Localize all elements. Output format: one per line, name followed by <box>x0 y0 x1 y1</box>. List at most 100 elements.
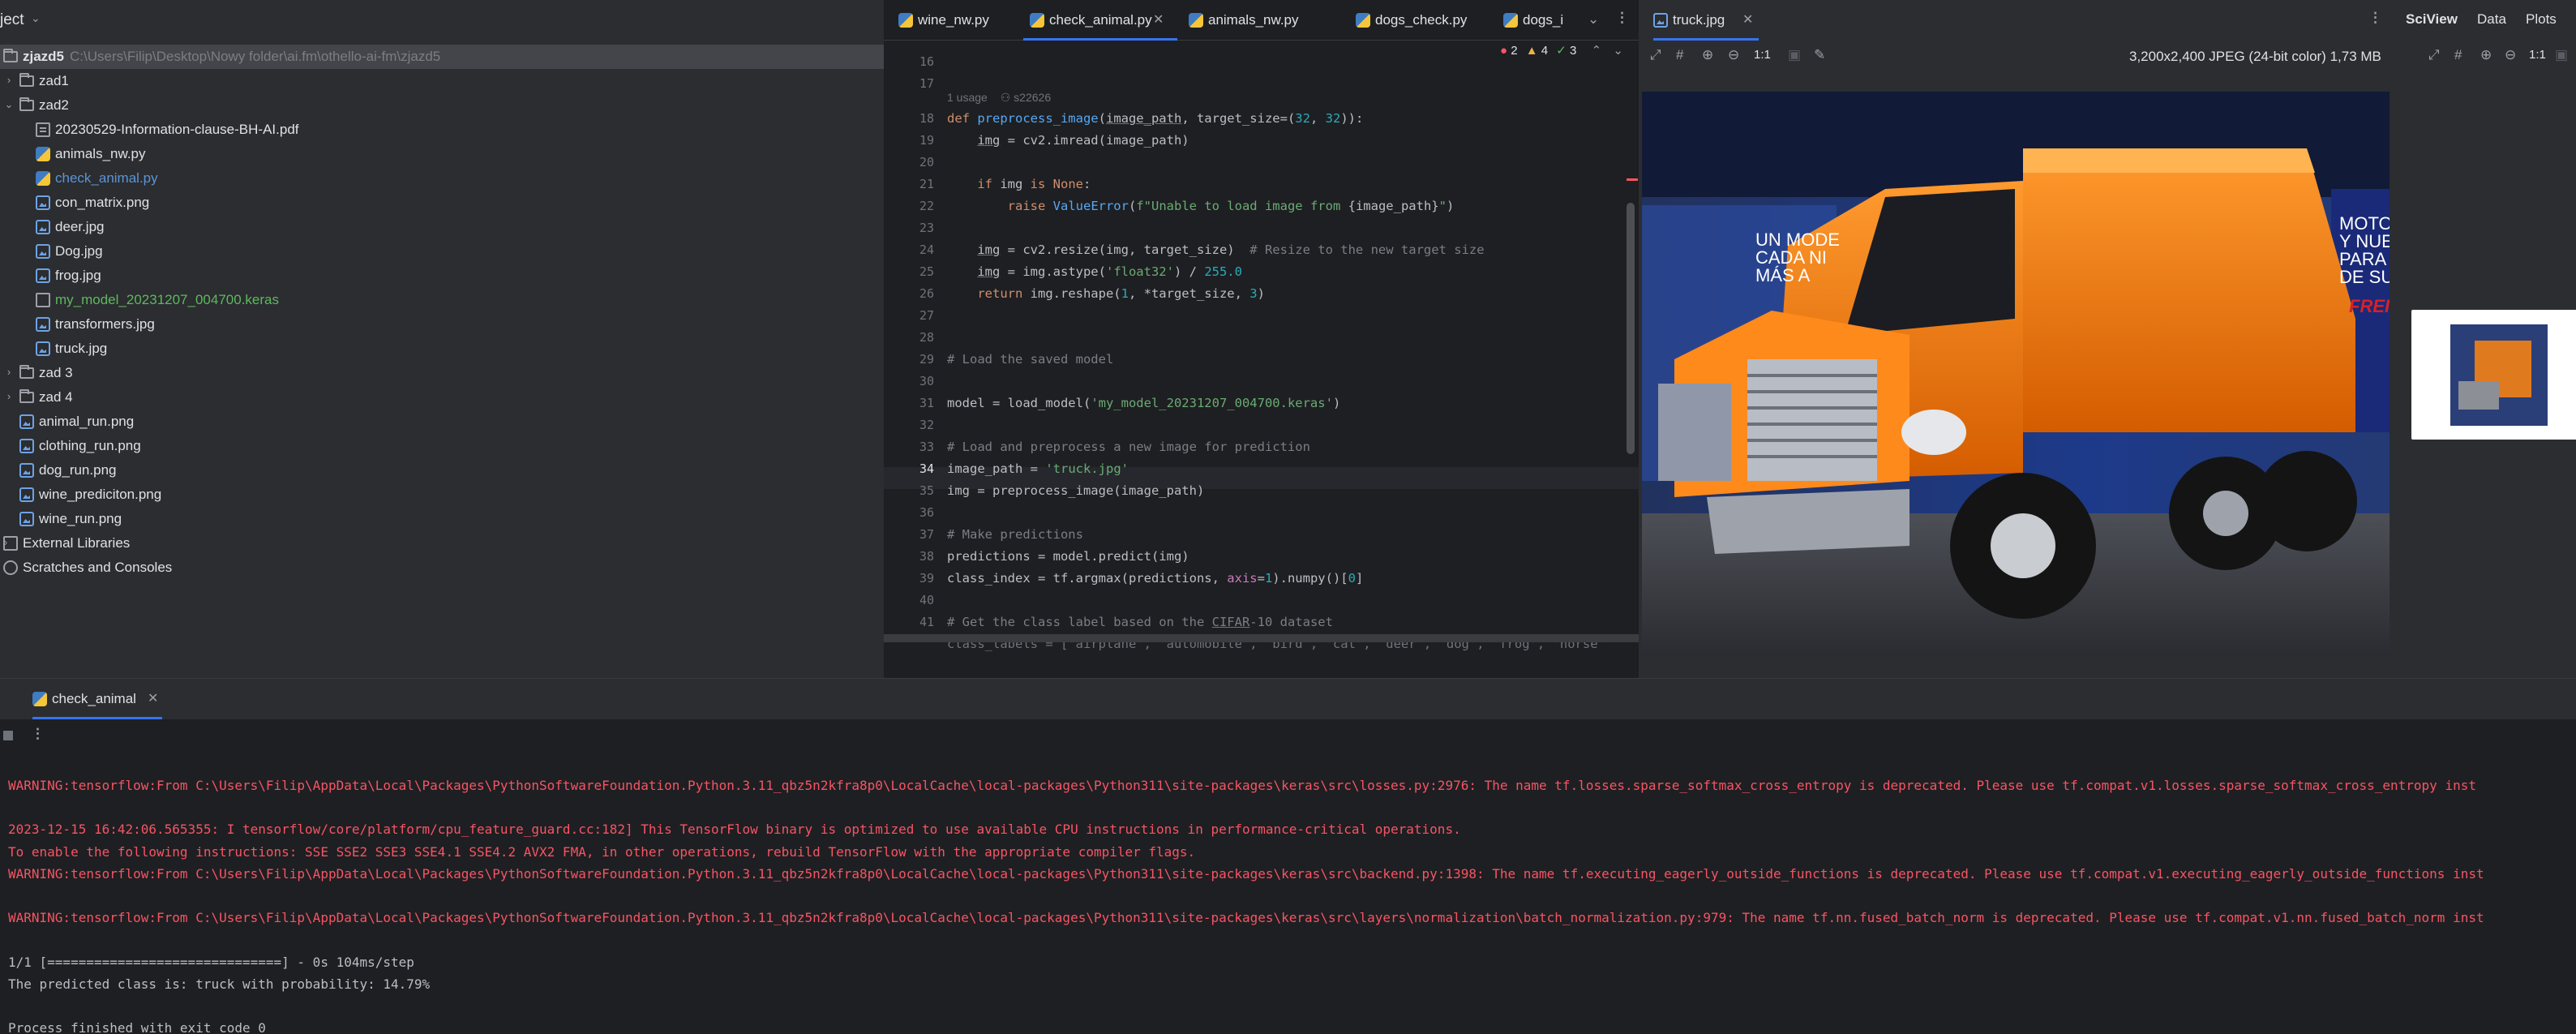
tree-item[interactable]: › zad 3 <box>0 361 884 385</box>
code-line-33: # Load and preprocess a new image for pr… <box>947 440 1310 454</box>
line-number: 19 <box>919 133 934 148</box>
project-title[interactable]: ject <box>0 11 24 29</box>
tree-item[interactable]: › zad1 <box>0 69 884 93</box>
inspection-widget[interactable]: ● 2 ▲ 4 ✓ 3 ⌃ ⌄ <box>1500 43 1623 58</box>
author-icon: ⚇ <box>1000 91 1011 104</box>
tree-item[interactable]: ⌄ zad2 <box>0 93 884 118</box>
code-line-29: # Load the saved model <box>947 352 1114 367</box>
tree-item[interactable]: wine_run.png <box>0 507 884 531</box>
error-marker[interactable] <box>1627 178 1638 181</box>
plot-thumbnail[interactable] <box>2411 310 2576 440</box>
usage-hint[interactable]: 1 usage ⚇ s22626 <box>947 91 1051 105</box>
line-number: 26 <box>919 286 934 301</box>
python-file-icon <box>1189 13 1203 28</box>
python-file-icon <box>36 171 50 186</box>
chevron-up-icon[interactable]: ⌃ <box>1592 44 1602 58</box>
plot-image <box>2450 324 2548 426</box>
tree-item[interactable]: Scratches and Consoles <box>0 556 884 580</box>
tree-root-label: zjazd5 <box>23 49 65 64</box>
tree-item[interactable]: dog_run.png <box>0 458 884 483</box>
actual-size-button[interactable]: 1:1 <box>1754 48 1771 62</box>
tab-plots[interactable]: Plots <box>2526 11 2557 28</box>
horizontal-scrollbar[interactable] <box>884 634 1639 642</box>
tree-item[interactable]: truck.jpg <box>0 337 884 361</box>
tree-item-label: deer.jpg <box>55 219 105 234</box>
background-icon[interactable]: ▣ <box>1788 47 1801 63</box>
grid-icon[interactable]: # <box>1676 47 1683 63</box>
fit-screen-icon[interactable]: ⤢ <box>1650 47 1661 63</box>
chevron-down-icon[interactable]: ⌄ <box>31 11 41 25</box>
tab-sciview[interactable]: SciView <box>2406 11 2458 28</box>
color-picker-icon[interactable]: ✎ <box>1814 47 1825 63</box>
tree-item[interactable]: animals_nw.py <box>0 142 884 166</box>
run-tab-label: check_animal <box>52 691 136 706</box>
tree-item[interactable]: animal_run.png <box>0 410 884 434</box>
tree-item[interactable]: › zad 4 <box>0 385 884 410</box>
tree-item-label: Dog.jpg <box>55 243 103 259</box>
console-line: Process finished with exit code 0 <box>8 1020 266 1034</box>
tree-item[interactable]: transformers.jpg <box>0 312 884 337</box>
error-count: 2 <box>1511 44 1518 58</box>
tab-wine-nw[interactable]: wine_nw.py <box>898 0 1012 41</box>
image-file-icon <box>1653 13 1668 28</box>
zoom-out-icon[interactable]: ⊖ <box>2505 47 2516 63</box>
console-line: 2023-12-15 16:42:06.565355: I tensorflow… <box>8 822 1461 838</box>
chevron-right-icon[interactable]: › <box>3 367 15 378</box>
stop-icon[interactable] <box>3 731 13 740</box>
zoom-in-icon[interactable]: ⊕ <box>1702 47 1713 63</box>
tab-list-chevron-icon[interactable]: ⌄ <box>1588 11 1599 28</box>
actual-size-button[interactable]: 1:1 <box>2529 48 2546 62</box>
tree-item[interactable]: › External Libraries <box>0 531 884 556</box>
tree-item[interactable]: my_model_20231207_004700.keras <box>0 288 884 312</box>
tree-item-label: zad1 <box>39 73 69 88</box>
pdf-file-icon <box>36 122 50 137</box>
code-line-25: img = img.astype('float32') / 255.0 <box>977 264 1242 279</box>
background-icon[interactable]: ▣ <box>2555 47 2568 63</box>
zoom-out-icon[interactable]: ⊖ <box>1728 47 1739 63</box>
tab-dogs-check[interactable]: dogs_check.py <box>1356 0 1485 41</box>
tab-dogs-i[interactable]: dogs_i <box>1503 0 1584 41</box>
vertical-scrollbar[interactable] <box>1627 203 1635 454</box>
close-icon[interactable]: ✕ <box>1742 11 1753 28</box>
chevron-right-icon[interactable]: › <box>3 75 15 86</box>
tree-item[interactable]: con_matrix.png <box>0 191 884 215</box>
project-header: ject ⌄ <box>0 0 884 41</box>
line-number: 38 <box>919 549 934 564</box>
chevron-down-icon[interactable]: ⌄ <box>1613 44 1623 58</box>
tree-root-zjazd5[interactable]: zjazd5 C:\Users\Filip\Desktop\Nowy folde… <box>0 45 884 69</box>
tree-item[interactable]: 20230529-Information-clause-BH-AI.pdf <box>0 118 884 142</box>
tree-item[interactable]: wine_prediciton.png <box>0 483 884 507</box>
tree-item[interactable]: check_animal.py <box>0 166 884 191</box>
code-line-34: image_path = 'truck.jpg' <box>947 461 1129 476</box>
tree-item-label: zad 3 <box>39 365 73 380</box>
sciview-tabs: SciView Data Plots <box>2368 0 2576 41</box>
image-viewer: truck.jpg ✕ ⋮ ⤢ # ⊕ ⊖ 1:1 ▣ ✎ 3,200x2,40… <box>1639 0 2576 678</box>
sciview-toolbar: ⤢ # ⊕ ⊖ 1:1 ▣ <box>2368 41 2576 73</box>
line-number: 37 <box>919 527 934 542</box>
tree-item[interactable]: Dog.jpg <box>0 239 884 264</box>
close-icon[interactable]: ✕ <box>1153 11 1164 28</box>
close-icon[interactable]: ✕ <box>148 690 158 706</box>
folder-icon <box>19 365 34 379</box>
tree-item-label: wine_prediciton.png <box>39 487 162 502</box>
tab-data[interactable]: Data <box>2477 11 2506 28</box>
line-number: 31 <box>919 396 934 410</box>
line-number: 27 <box>919 308 934 323</box>
run-tab-check-animal[interactable]: check_animal ✕ <box>32 679 162 719</box>
sciview-panel: SciView Data Plots ⤢ # ⊕ ⊖ 1:1 ▣ <box>2368 0 2576 678</box>
tree-item[interactable]: frog.jpg <box>0 264 884 288</box>
chevron-down-icon[interactable]: ⌄ <box>3 99 15 110</box>
tab-animals-nw[interactable]: animals_nw.py <box>1189 0 1327 41</box>
image-file-icon <box>19 512 34 526</box>
tab-check-animal[interactable]: check_animal.py ✕ <box>1023 0 1177 41</box>
tab-truck-jpg[interactable]: truck.jpg ✕ <box>1653 0 1759 41</box>
chevron-right-icon[interactable]: › <box>3 391 15 402</box>
run-header: check_animal ✕ <box>0 679 2576 719</box>
more-options-icon[interactable]: ⋮ <box>1615 10 1629 26</box>
more-options-icon[interactable]: ⋮ <box>31 726 45 742</box>
fit-screen-icon[interactable]: ⤢ <box>2428 47 2440 63</box>
zoom-in-icon[interactable]: ⊕ <box>2480 47 2492 63</box>
grid-icon[interactable]: # <box>2454 47 2462 63</box>
tree-item[interactable]: clothing_run.png <box>0 434 884 458</box>
tree-item[interactable]: deer.jpg <box>0 215 884 239</box>
